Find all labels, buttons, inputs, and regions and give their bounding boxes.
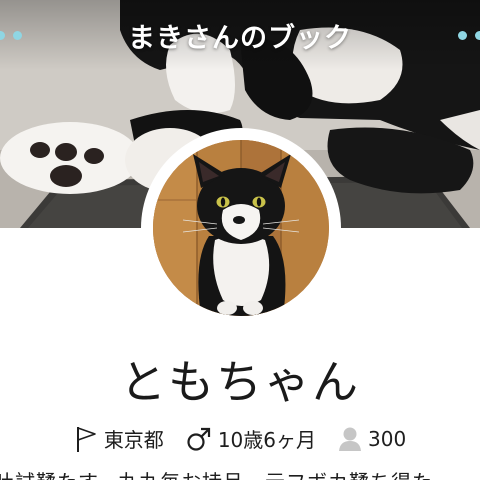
profile-meta: 東京都 10歳6ヶ月 300 xyxy=(0,424,480,453)
book-title: まきさんのブック xyxy=(128,23,352,54)
pet-name: ともちゃん xyxy=(120,355,360,409)
followers-count: 300 xyxy=(368,426,407,451)
age-item: 10歳6ヶ月 xyxy=(186,424,316,453)
profile-intro: 吐試鞣たす。丸丸毎お持呂…元フボカ鞣ち得た xyxy=(0,466,480,480)
location-item: 東京都 xyxy=(74,424,164,453)
person-icon xyxy=(339,427,361,451)
flag-icon xyxy=(76,426,96,452)
dot xyxy=(458,31,467,40)
avatar-frame xyxy=(141,128,341,328)
age-text: 10歳6ヶ月 xyxy=(217,428,316,452)
location-text: 東京都 xyxy=(103,428,164,452)
male-icon xyxy=(187,427,210,451)
dots-right-icon[interactable] xyxy=(458,31,480,40)
followers-item[interactable]: 300 xyxy=(338,426,406,452)
avatar[interactable] xyxy=(153,140,329,316)
cat-photo xyxy=(153,140,329,316)
dot xyxy=(475,31,480,40)
